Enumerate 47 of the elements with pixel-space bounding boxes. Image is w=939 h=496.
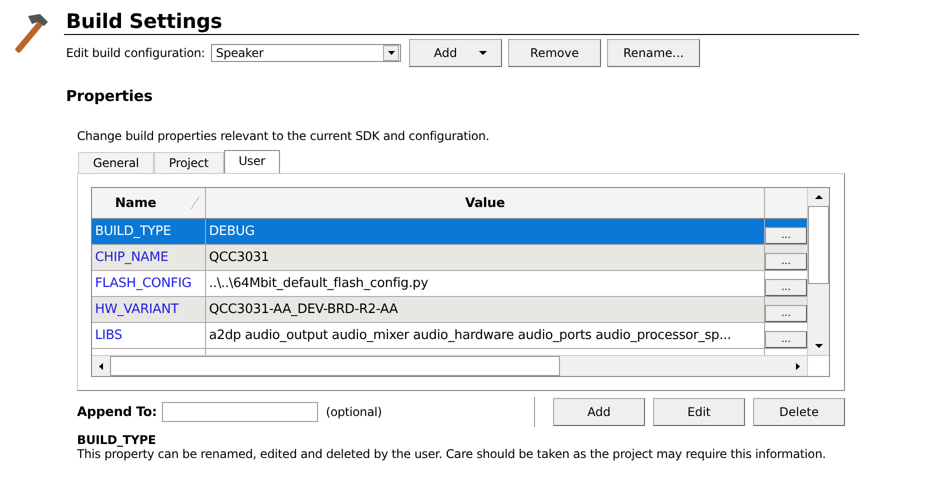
table-row[interactable]: FLASH_CONFIG ..\..\64Mbit_default_flash_config.py ...	[92, 271, 807, 297]
optional-hint: (optional)	[326, 405, 382, 419]
append-colon: :	[152, 404, 157, 420]
config-dropdown[interactable]: Speaker	[211, 44, 402, 62]
property-name: BUILD_TYPE	[77, 433, 157, 447]
tab[interactable]: General	[78, 152, 154, 173]
config-button[interactable]: Rename...	[607, 39, 700, 67]
scroll-thumb[interactable]	[110, 356, 560, 376]
caret-icon	[479, 51, 488, 55]
table-cell: BUILD_TYPE	[92, 219, 206, 244]
page-title: Build Settings	[64, 6, 859, 35]
config-button[interactable]: Remove	[508, 39, 602, 67]
browse-button[interactable]: ...	[765, 331, 807, 348]
browse-button[interactable]: ...	[765, 305, 807, 322]
tab[interactable]: Project	[154, 152, 224, 173]
scroll-left-icon	[99, 362, 103, 370]
column-header[interactable]: Name	[92, 188, 206, 218]
action-button[interactable]: Edit	[653, 398, 745, 426]
action-button[interactable]: Add	[553, 398, 645, 426]
browse-button[interactable]: ...	[765, 227, 807, 244]
tab[interactable]: User	[224, 150, 280, 173]
description: Change build properties relevant to the current SDK and configuration.	[77, 129, 490, 143]
table-cell: LIBS	[92, 323, 206, 348]
property-description: This property can be renamed, edited and deleted by the user. Care should be taken as the project may require this information.	[77, 447, 827, 461]
append-label: Append To	[77, 404, 152, 420]
browse-button[interactable]: ...	[765, 279, 807, 296]
action-button[interactable]: Delete	[753, 398, 845, 426]
scroll-thumb[interactable]	[808, 206, 829, 284]
table-cell: FLASH_CONFIG	[92, 271, 206, 296]
horizontal-scrollbar[interactable]	[92, 355, 807, 376]
section-title: Properties	[66, 87, 154, 105]
sort-icon	[190, 196, 200, 210]
browse-button[interactable]: ...	[765, 253, 807, 270]
table-row[interactable]: HW_VARIANT QCC3031-AA_DEV-BRD-R2-AA ...	[92, 297, 807, 323]
vertical-scrollbar[interactable]	[807, 188, 829, 355]
table-row[interactable]: CHIP_NAME QCC3031 ...	[92, 245, 807, 271]
append-field[interactable]	[162, 402, 318, 422]
scroll-down-icon	[814, 344, 822, 348]
table-cell: CHIP_NAME	[92, 245, 206, 270]
config-button[interactable]: Add	[409, 39, 502, 67]
scroll-right-icon	[796, 362, 800, 370]
scroll-up-icon	[814, 195, 822, 199]
table-cell: HW_VARIANT	[92, 297, 206, 322]
table-row[interactable]: LIBS a2dp audio_output audio_mixer audio_hardware audio_ports audio_processor_sp... ...	[92, 323, 807, 349]
table-row[interactable]: BUILD_TYPE DEBUG ...	[92, 219, 807, 245]
column-header[interactable]: Value	[206, 188, 765, 218]
config-label: Edit build configuration:	[66, 46, 206, 60]
